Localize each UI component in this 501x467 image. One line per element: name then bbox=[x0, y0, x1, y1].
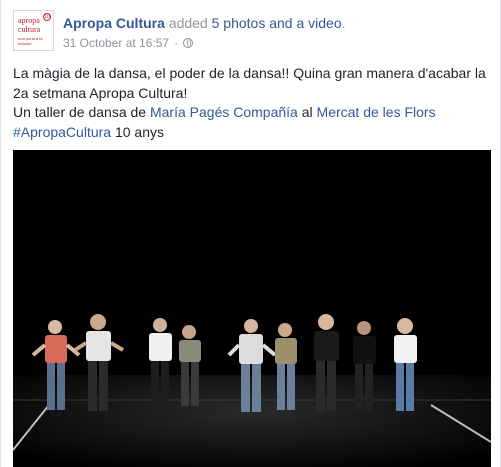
maria-pages-link[interactable]: María Pagés Compañía bbox=[150, 104, 298, 120]
media-link[interactable]: 5 photos and a video bbox=[212, 15, 342, 31]
message-line-1: La màgia de la dansa, el poder de la dan… bbox=[13, 65, 486, 101]
meta-separator: · bbox=[174, 36, 179, 50]
post-meta: 31 October at 16:57 · bbox=[63, 35, 194, 51]
logo-text-apropa: apropa bbox=[18, 16, 40, 25]
video-frame bbox=[13, 150, 491, 467]
logo-badge: 10 bbox=[43, 13, 51, 21]
hashtag-suffix: 10 anys bbox=[111, 123, 164, 140]
message-text-prefix: Un taller de dansa de bbox=[13, 104, 150, 120]
post-header: Apropa Cultura added 5 photos and a vide… bbox=[63, 14, 346, 32]
message-line-2: Un taller de dansa de María Pagés Compañ… bbox=[13, 103, 491, 123]
page-name-link[interactable]: Apropa Cultura bbox=[63, 15, 165, 31]
logo-text-cultura: cultura bbox=[18, 25, 41, 34]
logo-tagline: una porta a la inclusió bbox=[18, 36, 43, 46]
post-message: La màgia de la dansa, el poder de la dan… bbox=[13, 64, 491, 142]
hashtag-link[interactable]: #ApropaCultura bbox=[13, 124, 111, 140]
timestamp-link[interactable]: 31 October at 16:57 bbox=[63, 35, 169, 51]
action-text: added bbox=[168, 15, 208, 31]
mercat-flors-link[interactable]: Mercat de les Flors bbox=[317, 104, 436, 120]
message-line-3: #ApropaCultura 10 anys bbox=[13, 123, 491, 143]
facebook-post: 10 apropa cultura una porta a la inclusi… bbox=[0, 0, 501, 467]
video-player[interactable] bbox=[13, 150, 491, 467]
message-text-mid: al bbox=[297, 104, 317, 120]
globe-icon[interactable] bbox=[183, 38, 194, 48]
page-avatar[interactable]: 10 apropa cultura una porta a la inclusi… bbox=[13, 10, 54, 51]
header-period: . bbox=[341, 15, 346, 31]
